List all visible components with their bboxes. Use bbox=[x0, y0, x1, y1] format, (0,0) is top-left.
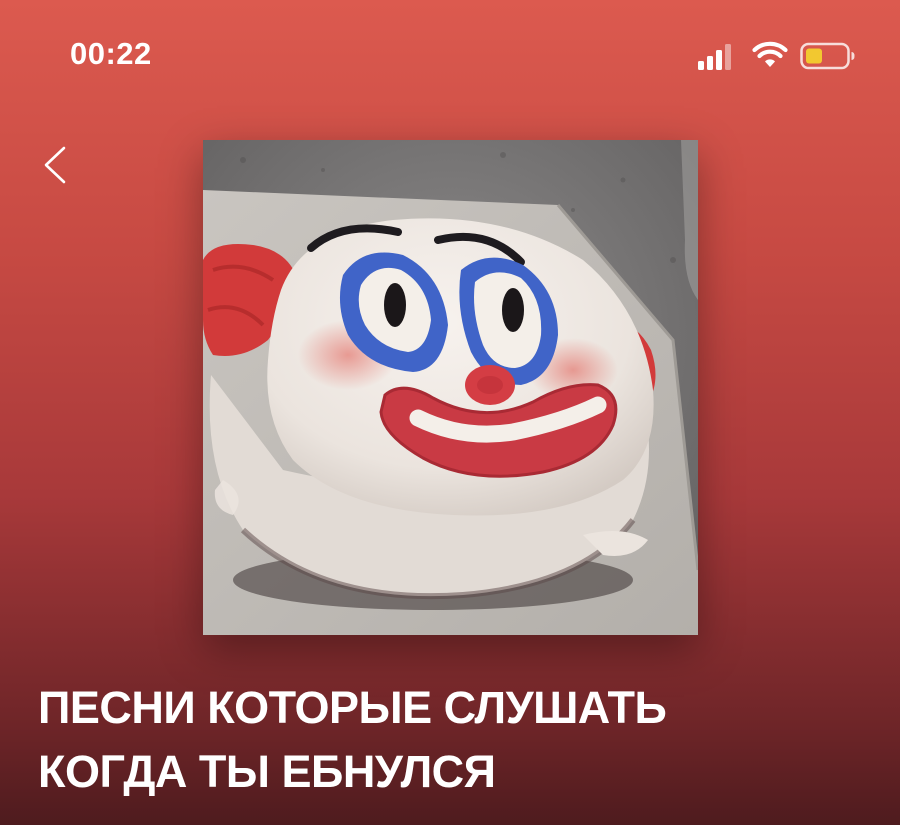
back-button[interactable] bbox=[34, 136, 82, 192]
clown-cake-image bbox=[203, 140, 698, 635]
playlist-title-line-1: ПЕСНИ КОТОРЫЕ СЛУШАТЬ bbox=[38, 682, 667, 733]
cellular-signal-icon bbox=[698, 44, 731, 70]
battery-low-icon bbox=[800, 42, 855, 70]
status-time: 00:22 bbox=[70, 36, 152, 71]
playlist-screen: 00:22 ПЕСНИ КОТОРЫЕ СЛУШАТЬ КОГДА ТЫ ЕБН… bbox=[0, 0, 900, 825]
status-bar: 00:22 bbox=[0, 0, 900, 110]
wifi-icon bbox=[752, 41, 788, 67]
playlist-cover bbox=[203, 140, 698, 635]
playlist-title-line-2: КОГДА ТЫ ЕБНУЛСЯ bbox=[38, 746, 496, 797]
playlist-title: ПЕСНИ КОТОРЫЕ СЛУШАТЬ КОГДА ТЫ ЕБНУЛСЯ bbox=[38, 676, 878, 804]
chevron-left-icon bbox=[44, 146, 66, 184]
